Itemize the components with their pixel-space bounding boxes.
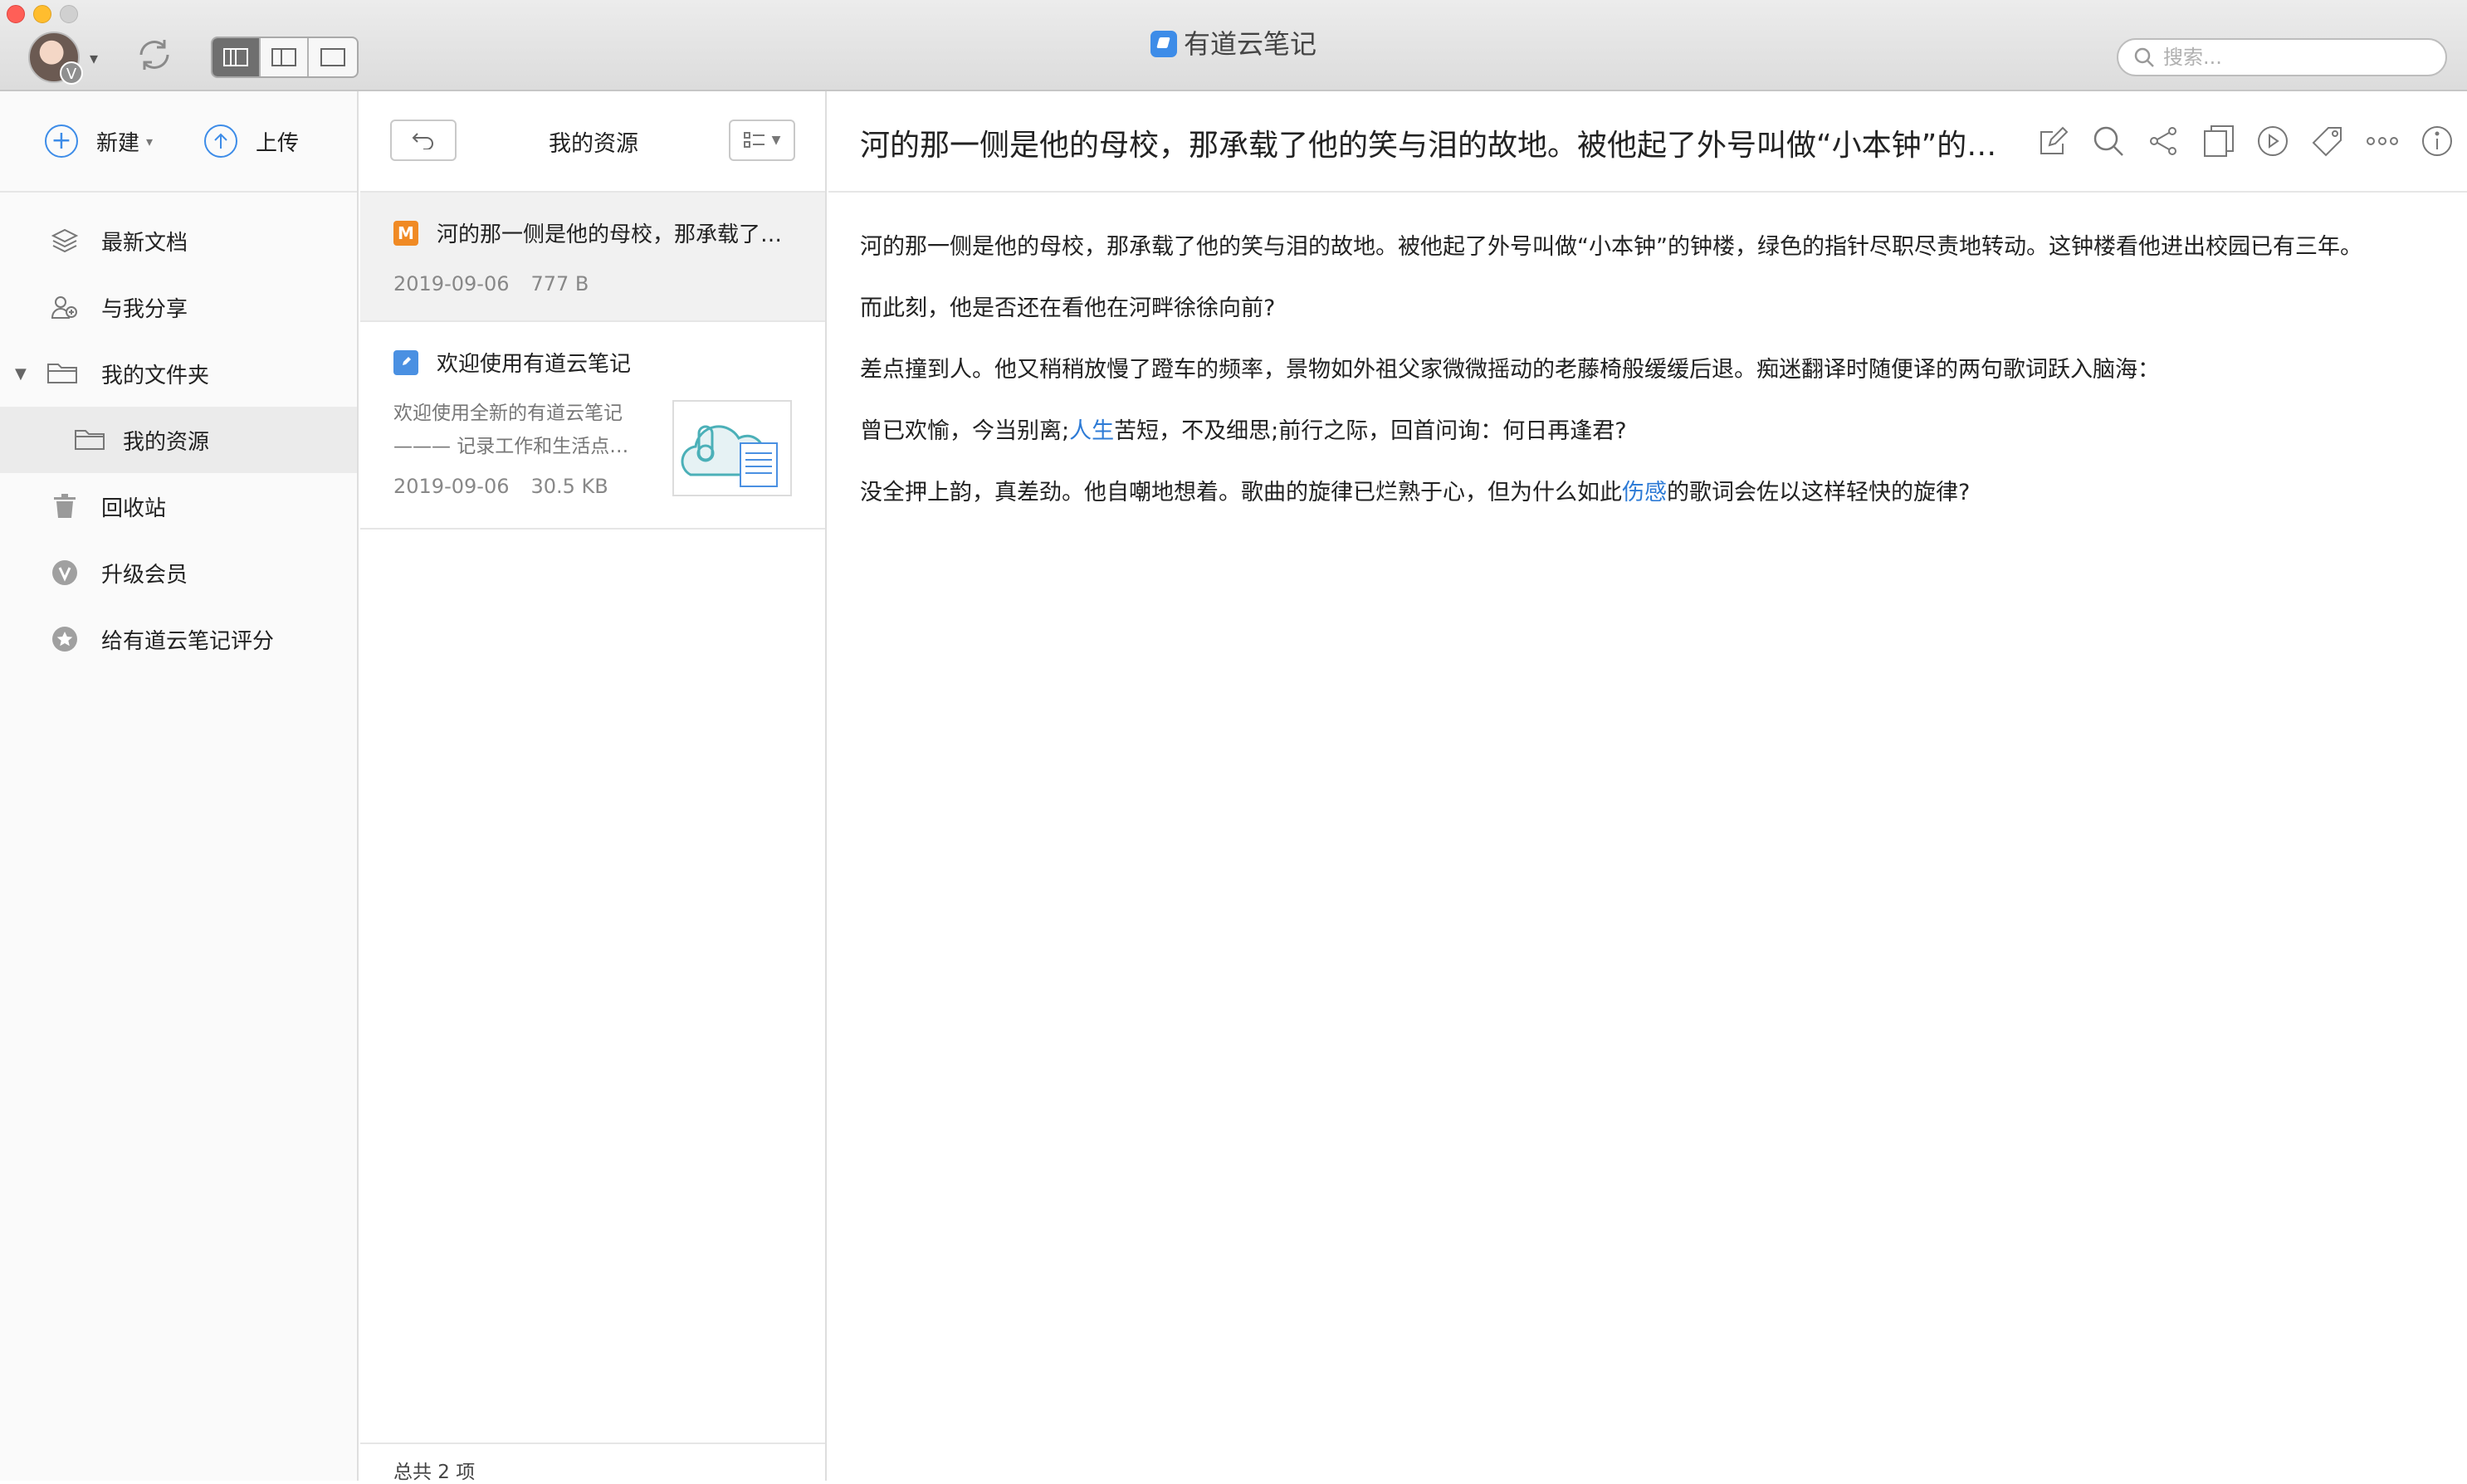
paragraph: 没全押上韵，真差劲。他自嘲地想着。歌曲的旋律已烂熟于心，但为什么如此伤感的歌词会… <box>860 475 2421 511</box>
info-icon[interactable] <box>2419 123 2455 159</box>
new-button[interactable]: + 新建 ▾ <box>45 124 153 158</box>
plus-icon: + <box>45 124 78 158</box>
paragraph-text: 曾已欢愉，今当别离; <box>860 418 1070 444</box>
paragraph-text: 的歌词会佐以这样轻快的旋律? <box>1667 480 1971 505</box>
find-icon[interactable] <box>2090 123 2127 159</box>
title-bar: V ▾ 有道云笔记 <box>0 0 2467 91</box>
note-date: 2019-09-06 <box>393 475 510 498</box>
upload-button[interactable]: 上传 <box>204 124 299 158</box>
window-controls <box>7 5 78 23</box>
more-icon[interactable] <box>2364 123 2401 159</box>
paragraph-text: 苦短，不及细思;前行之际，回首问询：何日再逢君? <box>1114 418 1627 444</box>
note-title-text: 河的那一侧是他的母校，那承载了… <box>437 222 783 247</box>
note-snippet: 欢迎使用全新的有道云笔记 ——— 记录工作和生活点… <box>393 397 642 463</box>
vip-badge: V <box>60 61 83 85</box>
new-button-label: 新建 <box>96 130 140 156</box>
note-title-text: 欢迎使用有道云笔记 <box>437 352 632 377</box>
paragraph: 曾已欢愉，今当别离;人生苦短，不及细思;前行之际，回首问询：何日再逢君? <box>860 413 2421 450</box>
share-users-icon <box>50 292 80 322</box>
search-input[interactable] <box>2163 46 2429 69</box>
markdown-note-icon: M <box>393 220 418 246</box>
note-content[interactable]: 河的那一侧是他的母校，那承载了他的笑与泪的故地。被他起了外号叫做“小本钟”的钟楼… <box>828 193 2467 511</box>
sidebar-item-my-folders[interactable]: ▼ 我的文件夹 <box>0 340 357 407</box>
paragraph-text: 没全押上韵，真差劲。他自嘲地想着。歌曲的旋律已烂熟于心，但为什么如此 <box>860 480 1622 505</box>
paragraph: 而此刻，他是否还在看他在河畔徐徐向前? <box>860 295 1276 321</box>
upload-icon <box>204 124 238 158</box>
note-size: 30.5 KB <box>530 475 608 498</box>
paragraph: 河的那一侧是他的母校，那承载了他的笑与泪的故地。被他起了外号叫做“小本钟”的钟楼… <box>860 234 2362 260</box>
sidebar-item-label: 我的资源 <box>123 429 210 455</box>
upload-button-label: 上传 <box>256 130 300 156</box>
sidebar-item-my-resources[interactable]: 我的资源 <box>0 407 357 473</box>
search-icon <box>2134 47 2154 67</box>
list-item[interactable]: M 河的那一侧是他的母校，那承载了… 2019-09-06 777 B <box>360 193 825 322</box>
chevron-down-icon: ▼ <box>771 134 781 147</box>
sidebar-item-trash[interactable]: 回收站 <box>0 473 357 539</box>
note-thumbnail <box>672 400 792 496</box>
note-title: M 河的那一侧是他的母校，那承载了… <box>393 217 782 248</box>
star-icon <box>50 624 80 654</box>
folder-open-icon <box>46 359 80 388</box>
note-snippet-line: ——— 记录工作和生活点… <box>393 436 629 457</box>
sidebar: + 新建 ▾ 上传 最新文档 与我分享 ▼ 我的文件夹 我的资源 回收站 升级会… <box>0 91 359 1481</box>
list-view-options-button[interactable]: ▼ <box>729 120 795 161</box>
sidebar-item-label: 与我分享 <box>101 296 188 322</box>
note-editor: 河的那一侧是他的母校，那承载了他的笑与泪的故地。被他起了外号叫做“小本钟”的… <box>828 91 2467 1481</box>
note-meta: 2019-09-06 30.5 KB <box>393 475 608 498</box>
trash-icon <box>50 491 80 521</box>
sidebar-item-label: 最新文档 <box>101 230 188 256</box>
sidebar-item-rate[interactable]: 给有道云笔记评分 <box>0 606 357 672</box>
sidebar-item-label: 回收站 <box>101 495 167 521</box>
minimize-window-button[interactable] <box>33 5 51 23</box>
edit-icon[interactable] <box>2035 123 2072 159</box>
editor-header: 河的那一侧是他的母校，那承载了他的笑与泪的故地。被他起了外号叫做“小本钟”的… <box>828 91 2467 193</box>
note-size: 777 B <box>530 272 589 295</box>
note-count: 总共 2 项 <box>360 1443 825 1483</box>
note-title-field[interactable]: 河的那一侧是他的母校，那承载了他的笑与泪的故地。被他起了外号叫做“小本钟”的… <box>860 121 2022 164</box>
note-title: 欢迎使用有道云笔记 <box>393 347 631 378</box>
note-doc-icon <box>393 349 418 375</box>
search-box[interactable] <box>2117 38 2447 76</box>
link[interactable]: 人生 <box>1069 418 1114 444</box>
copy-icon[interactable] <box>2200 123 2236 159</box>
list-item[interactable]: 欢迎使用有道云笔记 欢迎使用全新的有道云笔记 ——— 记录工作和生活点… 201… <box>360 322 825 530</box>
chevron-down-icon: ▾ <box>146 133 154 149</box>
sidebar-item-shared[interactable]: 与我分享 <box>0 274 357 340</box>
tag-icon[interactable] <box>2309 123 2346 159</box>
cloud-notebook-icon <box>681 425 778 487</box>
app-logo-icon <box>1150 31 1177 57</box>
app-title-text: 有道云笔记 <box>1183 28 1317 60</box>
caret-down-icon[interactable]: ▼ <box>15 365 27 383</box>
close-window-button[interactable] <box>7 5 25 23</box>
note-meta: 2019-09-06 777 B <box>393 272 589 295</box>
paragraph: 差点撞到人。他又稍稍放慢了蹬车的频率，景物如外祖父家微微摇动的老藤椅般缓缓后退。… <box>860 357 2160 383</box>
list-icon <box>743 132 765 148</box>
folder-icon <box>73 425 106 455</box>
window-title: 有道云笔记 <box>0 23 2467 61</box>
note-list: 我的资源 ▼ M 河的那一侧是他的母校，那承载了… 2019-09-06 777 … <box>360 91 827 1483</box>
sidebar-item-label: 我的文件夹 <box>101 363 210 388</box>
present-icon[interactable] <box>2254 123 2291 159</box>
note-date: 2019-09-06 <box>393 272 510 295</box>
sidebar-item-label: 升级会员 <box>101 562 188 588</box>
zoom-window-button[interactable] <box>60 5 78 23</box>
sidebar-item-upgrade[interactable]: 升级会员 <box>0 539 357 606</box>
link[interactable]: 伤感 <box>1622 480 1667 505</box>
note-list-header: 我的资源 ▼ <box>360 91 825 193</box>
editor-toolbar <box>2035 123 2455 159</box>
sidebar-actions: + 新建 ▾ 上传 <box>0 91 357 193</box>
vip-icon <box>50 558 80 588</box>
share-icon[interactable] <box>2145 123 2181 159</box>
note-snippet-line: 欢迎使用全新的有道云笔记 <box>393 403 623 424</box>
layers-icon <box>50 226 80 256</box>
sidebar-item-label: 给有道云笔记评分 <box>101 628 275 654</box>
sidebar-item-recent[interactable]: 最新文档 <box>0 207 357 274</box>
